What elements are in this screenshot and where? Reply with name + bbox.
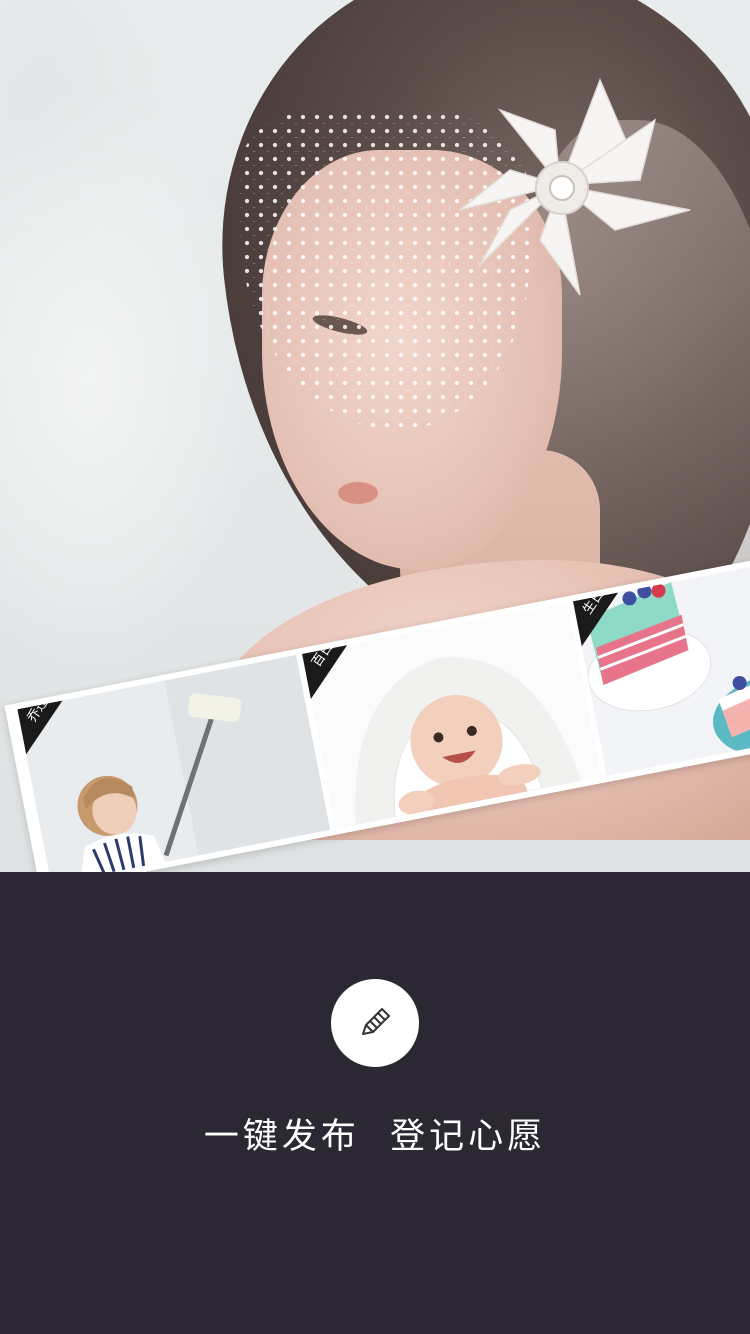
pencil-icon (362, 1008, 390, 1035)
bottom-panel: 一键发布 登记心愿 (0, 872, 750, 1334)
publish-button[interactable] (331, 979, 419, 1067)
cake-photo-icon (572, 556, 750, 776)
slogan-text: 一键发布 登记心愿 (203, 1117, 547, 1157)
tile-birthday[interactable]: 生日 (572, 556, 750, 776)
hero-flower-icon (459, 78, 691, 296)
hero-lips (338, 482, 378, 504)
splash-screen: 乔迁 百日 生日 一键发布 登记心愿 (0, 0, 750, 1334)
